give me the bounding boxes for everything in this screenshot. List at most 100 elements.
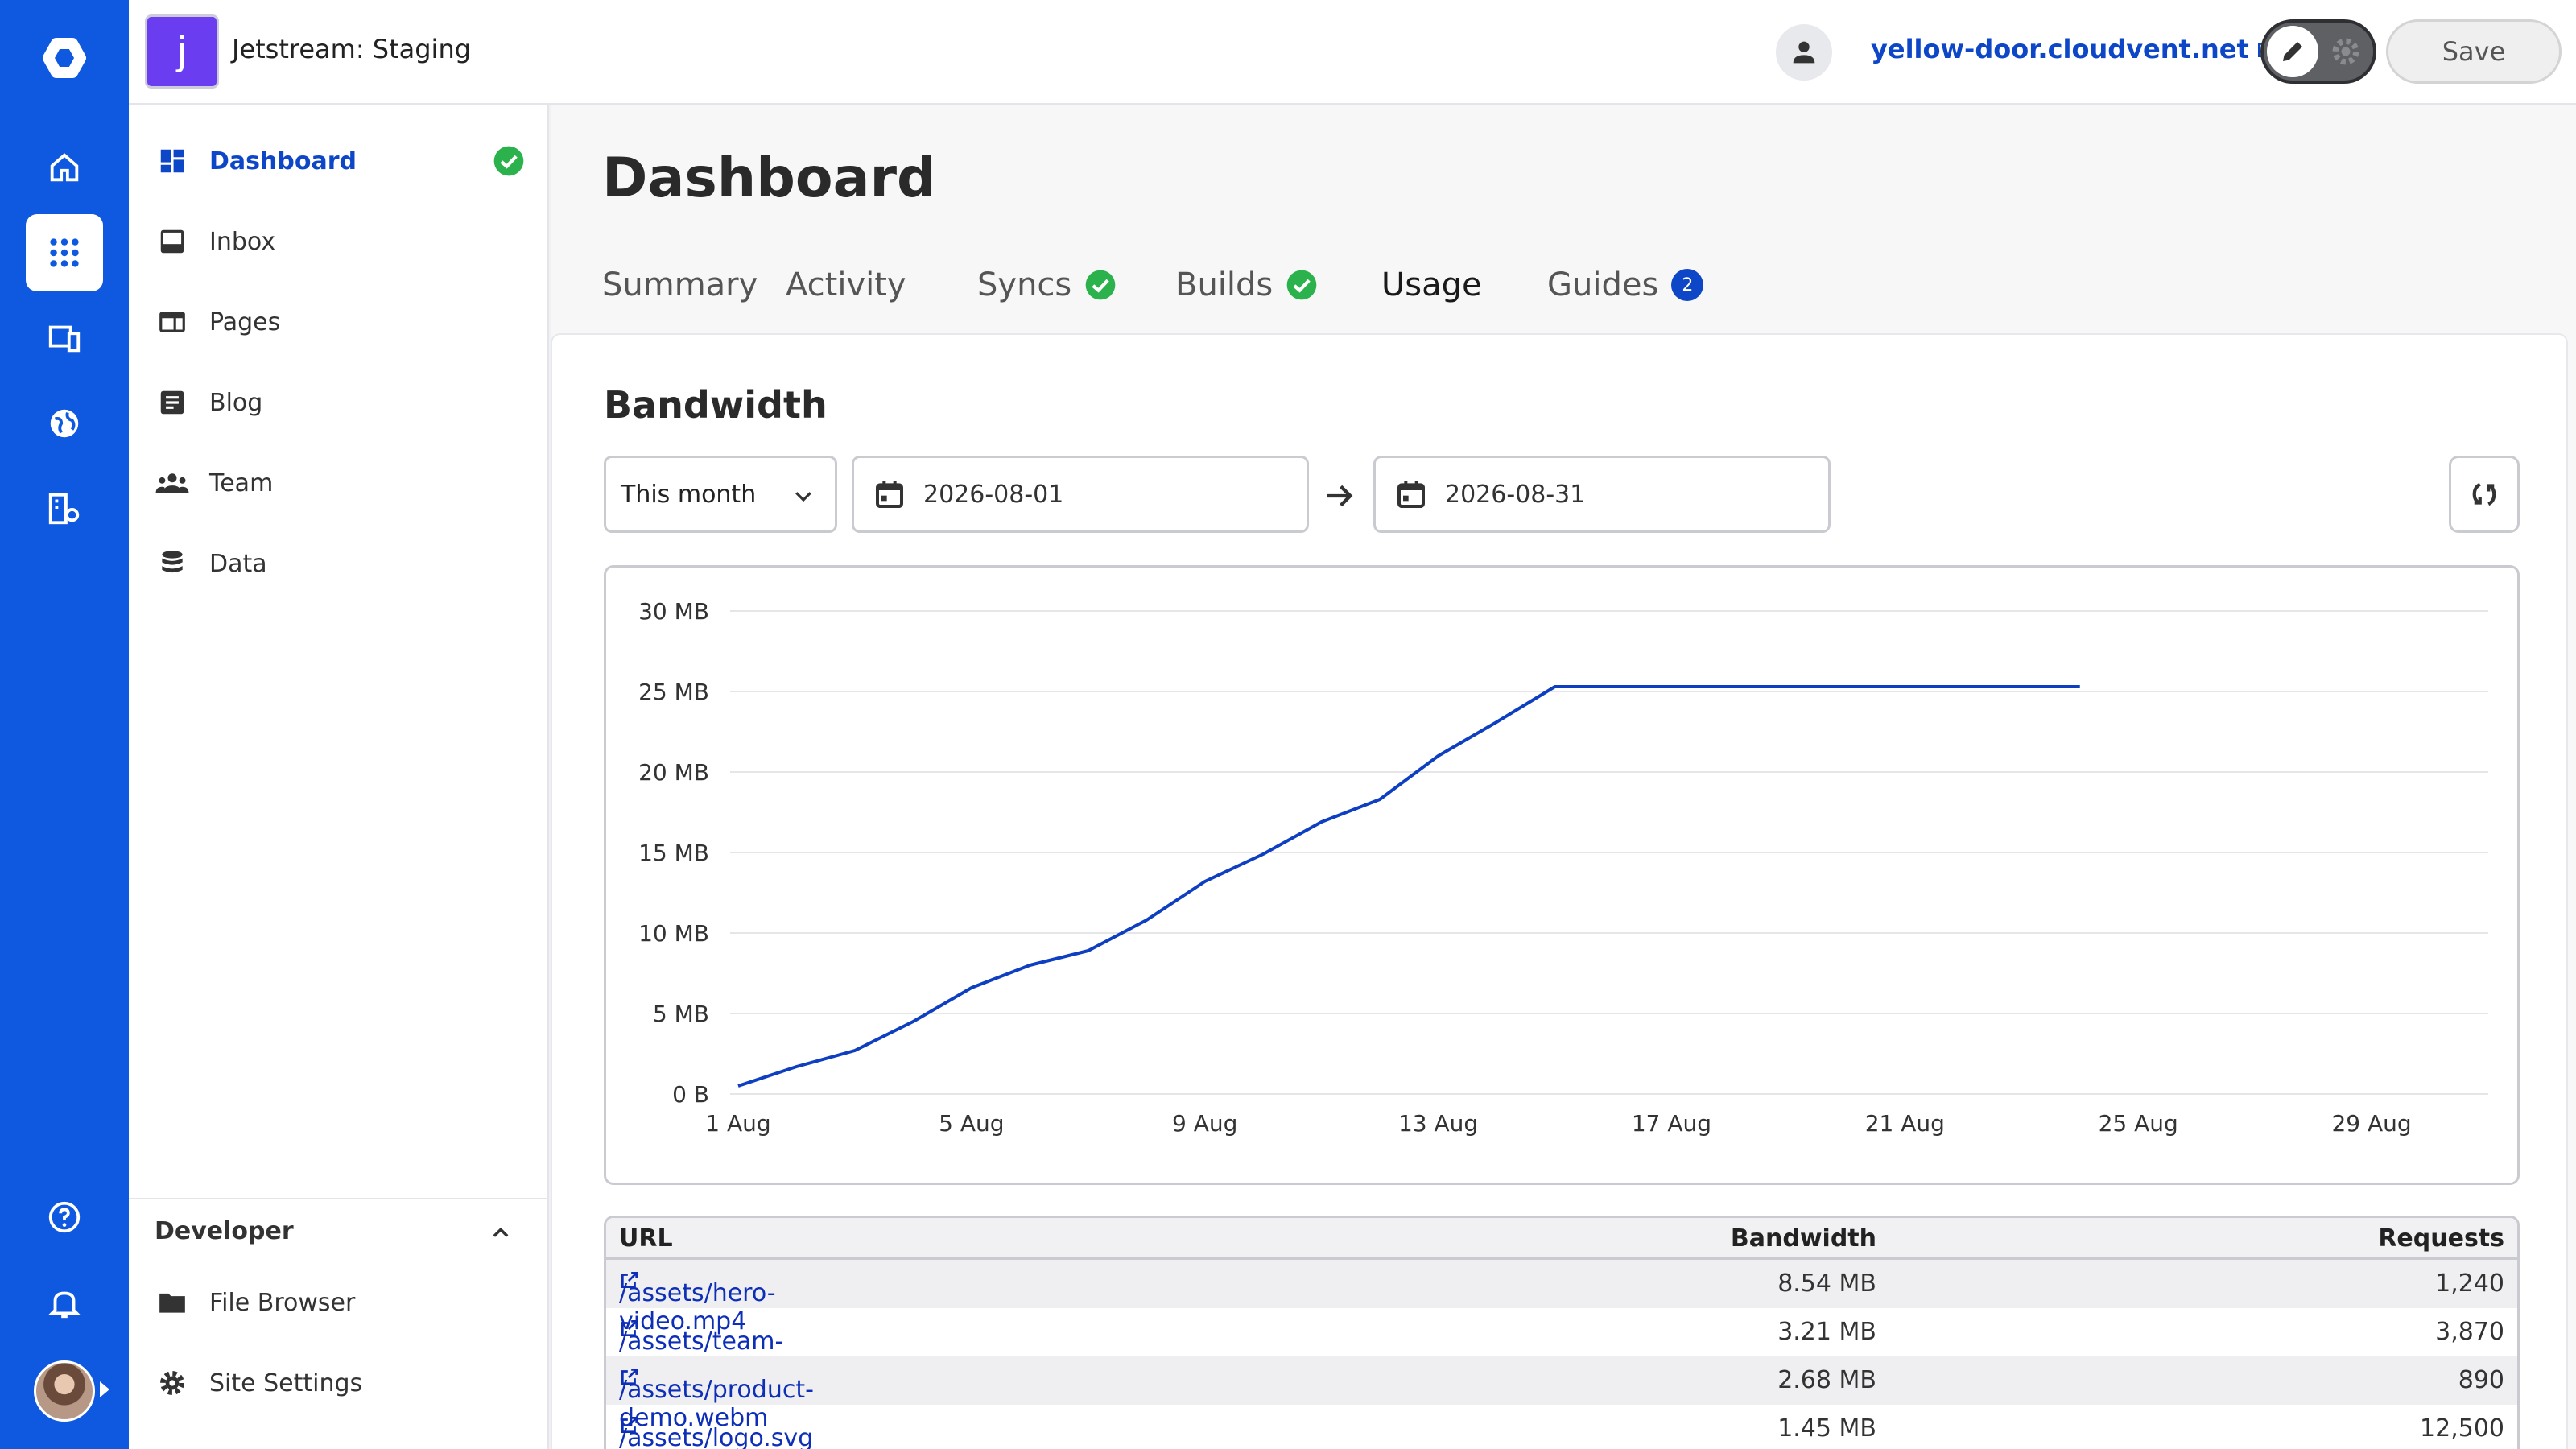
site-avatar[interactable]: j bbox=[145, 14, 219, 89]
tab-summary[interactable]: Summary bbox=[602, 246, 758, 324]
y-tick-label: 25 MB bbox=[638, 679, 709, 705]
save-button[interactable]: Save bbox=[2386, 19, 2562, 84]
bandwidth-series-line bbox=[737, 685, 2080, 1088]
table-row: /assets/hero-video.mp4 8.54 MB 1,240 bbox=[606, 1260, 2517, 1335]
url-link[interactable]: /assets/logo.svg bbox=[619, 1414, 813, 1449]
x-tick-label: 13 Aug bbox=[1398, 1110, 1478, 1137]
edit-mode-toggle[interactable] bbox=[2260, 19, 2376, 84]
tab-label: Activity bbox=[786, 266, 906, 303]
tab-activity[interactable]: Activity bbox=[786, 246, 906, 324]
column-header-requests[interactable]: Requests bbox=[2378, 1224, 2504, 1253]
sidebar-item-blog[interactable]: Blog bbox=[155, 378, 525, 427]
x-tick-label: 29 Aug bbox=[2331, 1110, 2411, 1137]
sidebar-item-label: File Browser bbox=[209, 1288, 356, 1317]
chevron-up-icon[interactable] bbox=[489, 1222, 512, 1248]
user-icon[interactable] bbox=[1776, 24, 1832, 80]
tab-label: Usage bbox=[1381, 266, 1482, 303]
developer-section: Developer File Browser Site Settings bbox=[129, 1198, 547, 1449]
x-tick-label: 1 Aug bbox=[705, 1110, 770, 1137]
organization-settings-icon[interactable] bbox=[26, 470, 103, 547]
refresh-button[interactable] bbox=[2449, 456, 2520, 533]
sidebar-item-dashboard[interactable]: Dashboard bbox=[155, 137, 525, 185]
home-icon[interactable] bbox=[26, 129, 103, 206]
user-avatar[interactable] bbox=[34, 1360, 95, 1422]
chevron-down-icon bbox=[795, 492, 811, 502]
y-tick-label: 0 B bbox=[672, 1081, 709, 1108]
url-text[interactable]: /assets/logo.svg bbox=[619, 1424, 813, 1449]
pencil-icon bbox=[2267, 26, 2318, 77]
table-row: /assets/logo.svg 1.45 MB 12,500 bbox=[606, 1405, 2517, 1449]
sidebar: Dashboard Inbox Pages Blog Team Data Dev… bbox=[129, 105, 549, 1449]
column-header-url[interactable]: URL bbox=[619, 1224, 673, 1253]
sidebar-item-team[interactable]: Team bbox=[155, 459, 525, 507]
y-tick-label: 5 MB bbox=[653, 1001, 709, 1027]
x-tick-label: 17 Aug bbox=[1632, 1110, 1711, 1137]
sidebar-item-label: Inbox bbox=[209, 227, 276, 256]
tab-syncs[interactable]: Syncs bbox=[977, 246, 1117, 324]
sidebar-item-file-browser[interactable]: File Browser bbox=[155, 1278, 525, 1327]
y-tick-label: 15 MB bbox=[638, 840, 709, 866]
apps-grid-icon[interactable] bbox=[26, 214, 103, 291]
site-domain-text[interactable]: yellow-door.cloudvent.net bbox=[1871, 34, 2249, 64]
table-row: /assets/team-photo.jpeg 3.21 MB 3,870 bbox=[606, 1308, 2517, 1384]
table-row: /assets/product-demo.webm 2.68 MB 890 bbox=[606, 1356, 2517, 1432]
arrow-right-icon bbox=[1323, 480, 1356, 515]
bandwidth-title: Bandwidth bbox=[604, 383, 828, 427]
gear-icon bbox=[155, 1365, 190, 1401]
end-date-field[interactable]: 2026-08-31 bbox=[1373, 456, 1831, 533]
main-content: Dashboard Summary Activity Syncs Builds … bbox=[551, 105, 2576, 1449]
top-bar: j Jetstream: Staging yellow-door.cloudve… bbox=[129, 0, 2576, 105]
tab-builds[interactable]: Builds bbox=[1175, 246, 1318, 324]
sidebar-item-data[interactable]: Data bbox=[155, 539, 525, 588]
sidebar-item-inbox[interactable]: Inbox bbox=[155, 217, 525, 266]
data-icon bbox=[155, 546, 190, 581]
calendar-icon bbox=[1397, 481, 1425, 508]
x-tick-label: 9 Aug bbox=[1172, 1110, 1237, 1137]
check-circle-icon bbox=[1085, 270, 1116, 300]
app-rail bbox=[0, 0, 129, 1449]
notification-badge: 2 bbox=[1671, 269, 1704, 301]
cloudcannon-logo-icon[interactable] bbox=[32, 29, 97, 87]
inbox-icon bbox=[155, 224, 190, 259]
notifications-bell-icon[interactable] bbox=[26, 1264, 103, 1341]
globe-icon[interactable] bbox=[26, 385, 103, 462]
bandwidth-cell: 1.45 MB bbox=[1777, 1414, 1876, 1443]
bandwidth-cell: 8.54 MB bbox=[1777, 1269, 1876, 1298]
sidebar-item-label: Pages bbox=[209, 308, 281, 336]
tab-label: Builds bbox=[1175, 266, 1274, 303]
table-header: URL Bandwidth Requests bbox=[606, 1218, 2517, 1260]
site-domain-link[interactable]: yellow-door.cloudvent.net bbox=[1871, 34, 2277, 64]
tab-label: Summary bbox=[602, 266, 758, 303]
url-link[interactable]: /assets/team-photo.jpeg bbox=[619, 1318, 783, 1384]
bandwidth-table: URL Bandwidth Requests /assets/hero-vide… bbox=[604, 1216, 2520, 1449]
start-date-value: 2026-08-01 bbox=[923, 480, 1064, 509]
check-circle-icon bbox=[1286, 270, 1317, 300]
date-range-select[interactable]: This month bbox=[604, 456, 837, 533]
column-header-bandwidth[interactable]: Bandwidth bbox=[1731, 1224, 1876, 1253]
sidebar-item-pages[interactable]: Pages bbox=[155, 298, 525, 346]
caret-right-icon[interactable] bbox=[100, 1381, 109, 1397]
folder-icon bbox=[155, 1285, 190, 1320]
developer-section-title[interactable]: Developer bbox=[155, 1217, 294, 1245]
sidebar-item-label: Team bbox=[209, 469, 274, 497]
help-icon[interactable] bbox=[26, 1179, 103, 1256]
x-tick-label: 5 Aug bbox=[939, 1110, 1004, 1137]
y-tick-label: 30 MB bbox=[638, 598, 709, 625]
tab-guides[interactable]: Guides 2 bbox=[1547, 246, 1704, 324]
sidebar-item-label: Site Settings bbox=[209, 1368, 363, 1397]
table-body: /assets/hero-video.mp4 8.54 MB 1,240/asset… bbox=[606, 1260, 2517, 1449]
sidebar-item-site-settings[interactable]: Site Settings bbox=[155, 1359, 525, 1407]
sidebar-item-label: Blog bbox=[209, 388, 263, 417]
requests-cell: 3,870 bbox=[2435, 1318, 2504, 1346]
devices-icon[interactable] bbox=[26, 299, 103, 377]
tab-usage[interactable]: Usage bbox=[1381, 246, 1482, 324]
url-link[interactable]: /assets/hero-video.mp4 bbox=[619, 1269, 776, 1335]
date-range-value: This month bbox=[621, 480, 757, 509]
start-date-field[interactable]: 2026-08-01 bbox=[852, 456, 1309, 533]
requests-cell: 12,500 bbox=[2420, 1414, 2504, 1443]
pages-icon bbox=[155, 304, 190, 340]
x-tick-label: 25 Aug bbox=[2099, 1110, 2178, 1137]
dashboard-icon bbox=[155, 143, 190, 179]
url-link[interactable]: /assets/product-demo.webm bbox=[619, 1366, 814, 1432]
team-icon bbox=[155, 465, 190, 501]
